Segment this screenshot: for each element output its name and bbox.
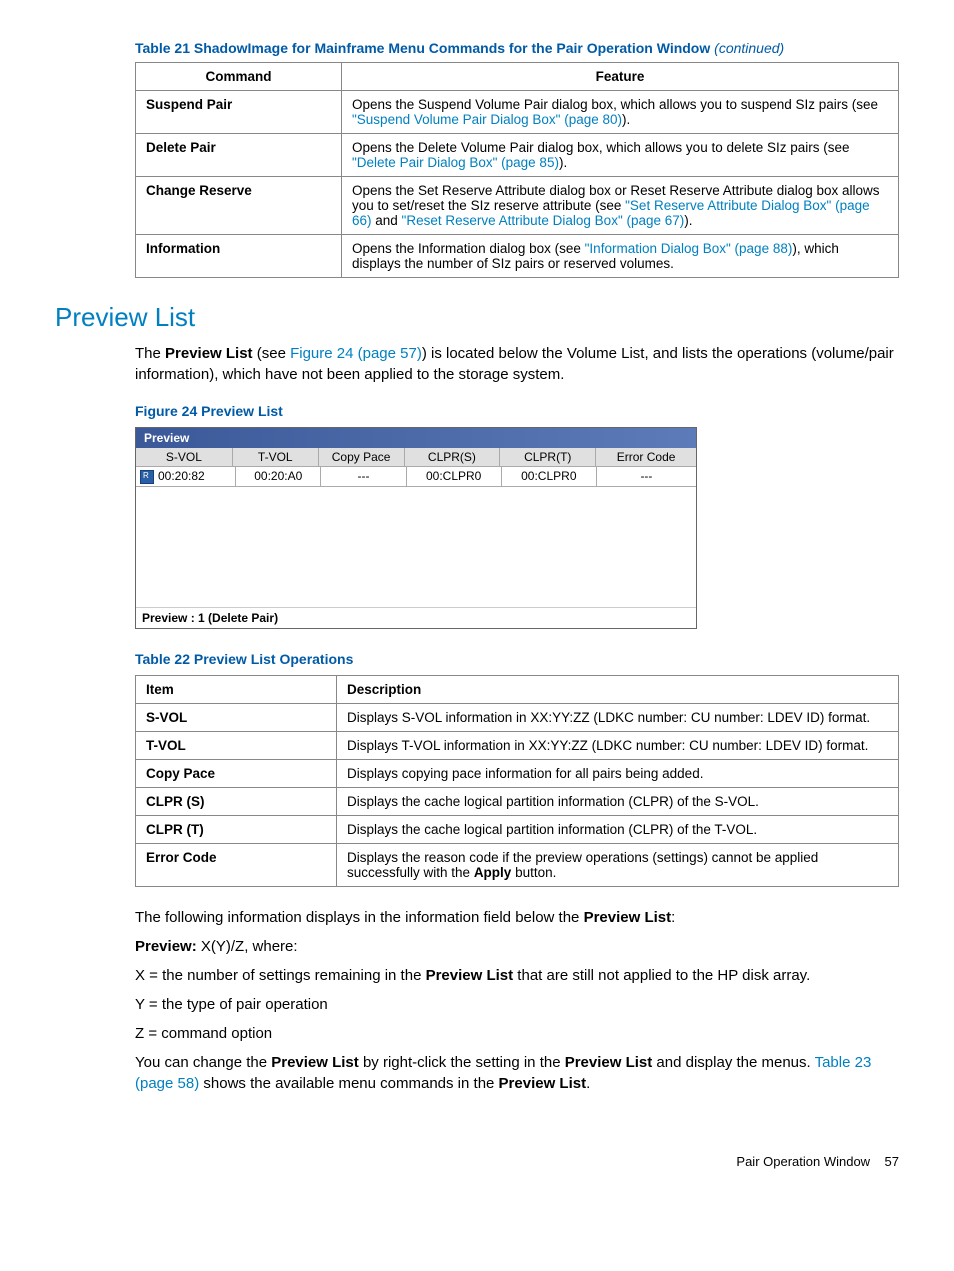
table21: Command Feature Suspend Pair Opens the S… — [135, 62, 899, 278]
link-resetreserve[interactable]: "Reset Reserve Attribute Dialog Box" (pa… — [402, 213, 685, 228]
cell-clprs: 00:CLPR0 — [407, 467, 502, 487]
page-footer: Pair Operation Window 57 — [55, 1154, 899, 1169]
para-y: Y = the type of pair operation — [135, 994, 899, 1015]
cell-clprt: 00:CLPR0 — [502, 467, 597, 487]
table22-header-desc: Description — [337, 675, 899, 703]
table22: Item Description S-VOLDisplays S-VOL inf… — [135, 675, 899, 887]
link-suspend[interactable]: "Suspend Volume Pair Dialog Box" (page 8… — [352, 112, 622, 127]
figure-caption: Figure 24 Preview List — [135, 403, 899, 419]
table21-caption: Table 21 ShadowImage for Mainframe Menu … — [135, 40, 899, 56]
col-svol[interactable]: S-VOL — [136, 448, 233, 467]
col-clprt[interactable]: CLPR(T) — [500, 448, 596, 467]
table21-header-command: Command — [136, 63, 342, 91]
section-heading: Preview List — [55, 302, 899, 333]
para-z: Z = command option — [135, 1023, 899, 1044]
cell-svol: 00:20:82 — [136, 467, 236, 487]
table-row: T-VOLDisplays T-VOL information in XX:YY… — [136, 731, 899, 759]
table-row: Suspend Pair Opens the Suspend Volume Pa… — [136, 91, 899, 134]
preview-window: Preview S-VOL T-VOL Copy Pace CLPR(S) CL… — [135, 427, 697, 629]
preview-headers: S-VOL T-VOL Copy Pace CLPR(S) CLPR(T) Er… — [136, 448, 696, 467]
table22-caption: Table 22 Preview List Operations — [135, 651, 899, 667]
table-row: S-VOLDisplays S-VOL information in XX:YY… — [136, 703, 899, 731]
cell-error: --- — [597, 467, 696, 487]
para-x: X = the number of settings remaining in … — [135, 965, 899, 986]
table-row: Delete Pair Opens the Delete Volume Pair… — [136, 134, 899, 177]
preview-status: Preview : 1 (Delete Pair) — [136, 608, 696, 628]
col-copypace[interactable]: Copy Pace — [319, 448, 405, 467]
col-error[interactable]: Error Code — [596, 448, 696, 467]
volume-icon — [140, 470, 154, 484]
table-row: Error CodeDisplays the reason code if th… — [136, 843, 899, 886]
intro-paragraph: The Preview List (see Figure 24 (page 57… — [135, 343, 899, 385]
preview-blank — [136, 487, 696, 608]
para-change: You can change the Preview List by right… — [135, 1052, 899, 1094]
table-row: Information Opens the Information dialog… — [136, 235, 899, 278]
col-clprs[interactable]: CLPR(S) — [405, 448, 501, 467]
para-preview-format: Preview: X(Y)/Z, where: — [135, 936, 899, 957]
link-delete[interactable]: "Delete Pair Dialog Box" (page 85) — [352, 155, 559, 170]
table-row: Copy PaceDisplays copying pace informati… — [136, 759, 899, 787]
link-info[interactable]: "Information Dialog Box" (page 88) — [585, 241, 793, 256]
link-figure24[interactable]: Figure 24 (page 57) — [290, 345, 422, 362]
cell-copypace: --- — [321, 467, 406, 487]
preview-row[interactable]: 00:20:82 00:20:A0 --- 00:CLPR0 00:CLPR0 … — [136, 467, 696, 487]
table22-header-item: Item — [136, 675, 337, 703]
para-info-field: The following information displays in th… — [135, 907, 899, 928]
preview-title: Preview — [136, 428, 696, 448]
table21-header-feature: Feature — [342, 63, 899, 91]
cell-tvol: 00:20:A0 — [236, 467, 321, 487]
col-tvol[interactable]: T-VOL — [233, 448, 319, 467]
table-row: CLPR (S)Displays the cache logical parti… — [136, 787, 899, 815]
table-row: Change Reserve Opens the Set Reserve Att… — [136, 177, 899, 235]
table-row: CLPR (T)Displays the cache logical parti… — [136, 815, 899, 843]
